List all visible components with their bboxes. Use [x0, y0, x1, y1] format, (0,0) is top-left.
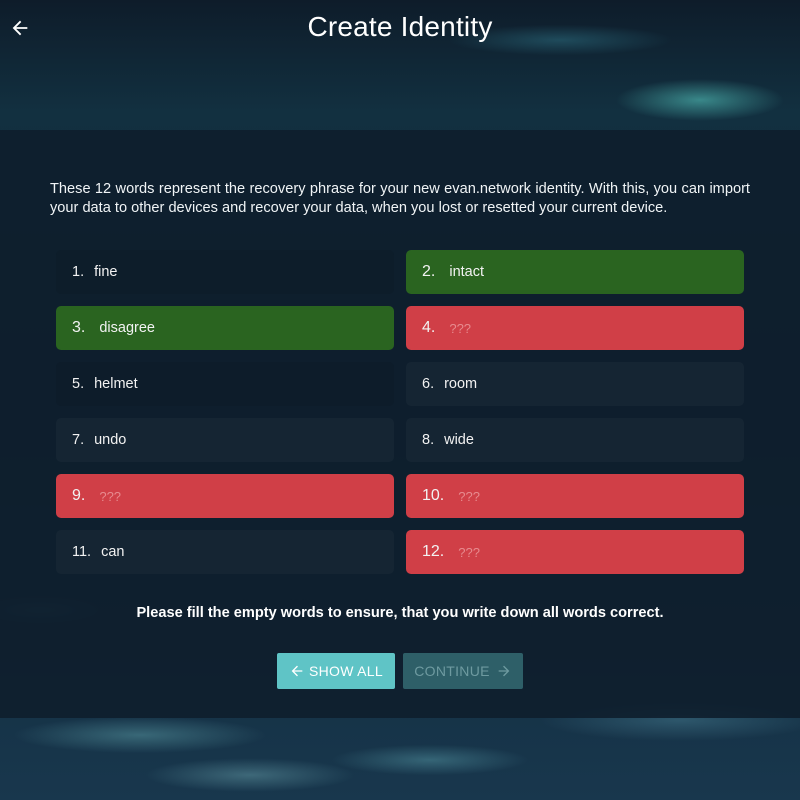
word-field-5[interactable]: 5. helmet — [56, 362, 394, 406]
word-field-10[interactable]: 10.??? — [406, 474, 744, 518]
continue-label: CONTINUE — [414, 663, 490, 679]
fill-instruction: Please fill the empty words to ensure, t… — [136, 605, 664, 621]
word-text: wide — [444, 432, 474, 448]
word-text: room — [444, 376, 478, 392]
word-text: can — [101, 544, 125, 560]
word-number: 2. — [422, 263, 436, 280]
word-number: 3. — [72, 319, 86, 336]
word-field-2[interactable]: 2. intact — [406, 250, 744, 294]
word-number: 5. — [72, 376, 85, 392]
word-text: disagree — [99, 320, 155, 336]
arrow-left-icon — [291, 665, 303, 677]
word-field-4[interactable]: 4.??? — [406, 306, 744, 350]
continue-button[interactable]: CONTINUE — [403, 653, 523, 689]
word-text: fine — [94, 264, 118, 280]
word-field-1[interactable]: 1. fine — [56, 250, 394, 294]
word-input[interactable]: ??? — [449, 321, 471, 336]
word-field-8[interactable]: 8. wide — [406, 418, 744, 462]
arrow-right-icon — [498, 665, 510, 677]
show-all-label: SHOW ALL — [309, 663, 383, 679]
word-input[interactable]: ??? — [458, 545, 480, 560]
word-number: 9. — [72, 487, 86, 504]
word-number: 6. — [422, 376, 435, 392]
header: Create Identity — [0, 0, 800, 56]
word-field-11[interactable]: 11. can — [56, 530, 394, 574]
word-field-9[interactable]: 9.??? — [56, 474, 394, 518]
word-field-7[interactable]: 7. undo — [56, 418, 394, 462]
show-all-button[interactable]: SHOW ALL — [277, 653, 395, 689]
word-number: 4. — [422, 319, 436, 336]
recovery-word-grid: 1. fine 2. intact 3. disagree 4.??? 5. helme… — [56, 250, 744, 574]
word-text: helmet — [94, 376, 138, 392]
word-input[interactable]: ??? — [99, 489, 121, 504]
word-input[interactable]: ??? — [458, 489, 480, 504]
word-number: 11. — [72, 544, 92, 560]
page-title: Create Identity — [307, 11, 493, 42]
word-number: 7. — [72, 432, 85, 448]
word-text: undo — [94, 432, 127, 448]
word-field-6[interactable]: 6. room — [406, 362, 744, 406]
word-field-12[interactable]: 12.??? — [406, 530, 744, 574]
word-number: 12. — [422, 543, 445, 560]
word-number: 10. — [422, 487, 445, 504]
word-number: 1. — [72, 264, 85, 280]
word-field-3[interactable]: 3. disagree — [56, 306, 394, 350]
word-number: 8. — [422, 432, 435, 448]
intro-text: These 12 words represent the recovery ph… — [50, 181, 750, 216]
word-text: intact — [449, 264, 485, 280]
